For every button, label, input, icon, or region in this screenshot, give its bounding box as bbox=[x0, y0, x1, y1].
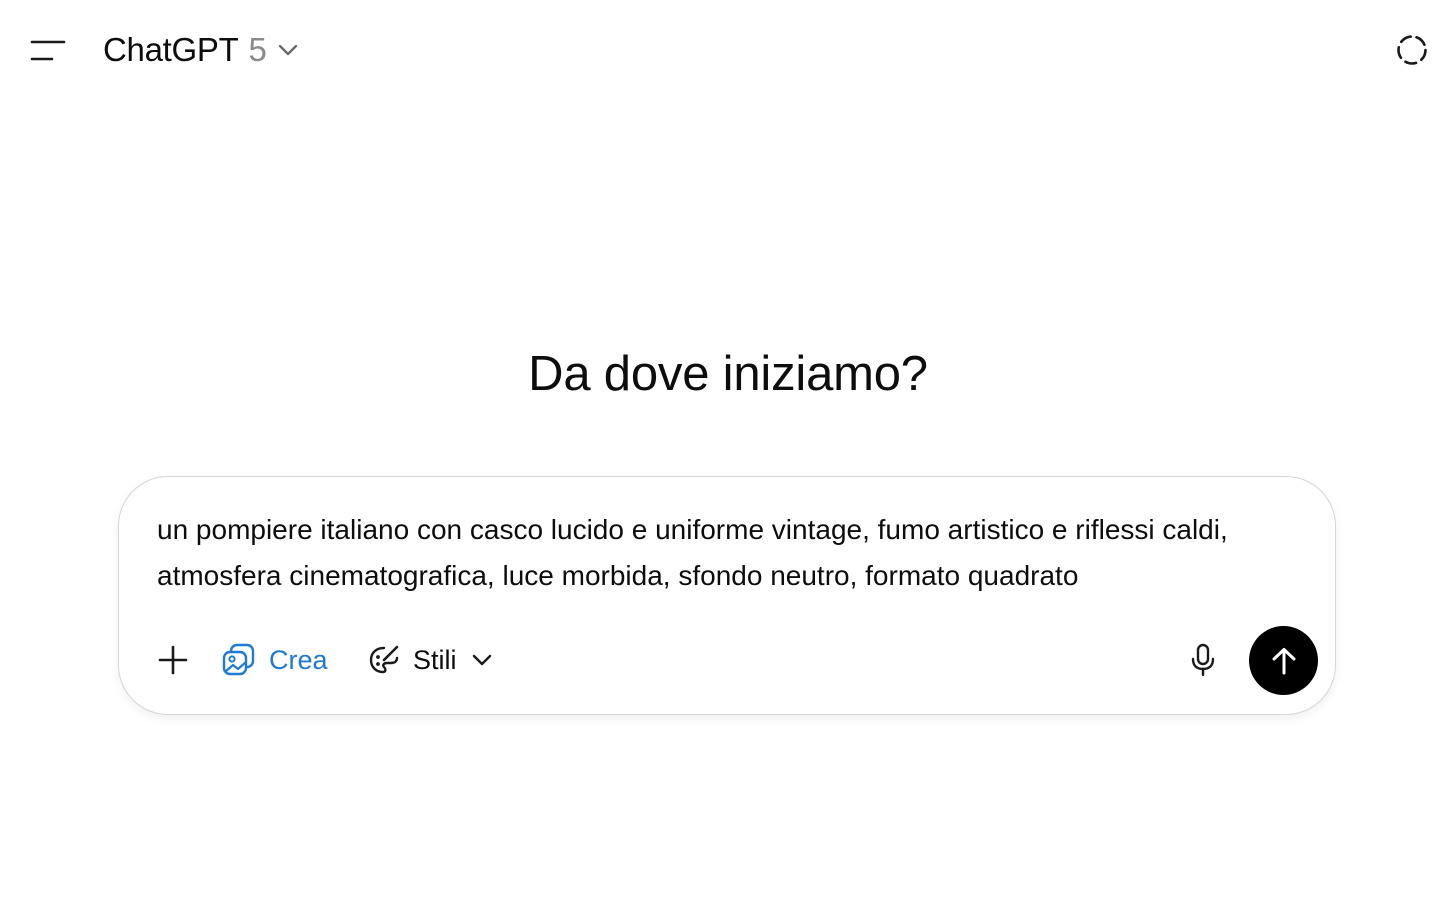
create-image-button[interactable]: Crea bbox=[221, 622, 328, 698]
model-version: 5 bbox=[248, 31, 267, 68]
composer-toolbar: Crea Stili bbox=[119, 622, 1335, 698]
styles-label: Stili bbox=[413, 644, 457, 675]
send-button[interactable] bbox=[1249, 626, 1318, 695]
top-bar: ChatGPT 5 bbox=[0, 0, 1456, 100]
model-name: ChatGPT bbox=[103, 31, 239, 68]
prompt-composer: un pompiere italiano con casco lucido e … bbox=[118, 476, 1336, 715]
prompt-input[interactable]: un pompiere italiano con casco lucido e … bbox=[157, 507, 1297, 599]
sidebar-toggle-icon bbox=[30, 40, 66, 61]
chevron-down-icon bbox=[471, 653, 493, 667]
sidebar-toggle-button[interactable] bbox=[22, 26, 74, 74]
styles-dropdown-button[interactable]: Stili bbox=[367, 622, 493, 698]
app: ChatGPT 5 Da dove iniziamo? un pompiere … bbox=[0, 0, 1456, 900]
voice-input-button[interactable] bbox=[1183, 622, 1223, 698]
plus-icon bbox=[158, 645, 188, 675]
add-attachment-button[interactable] bbox=[153, 622, 193, 698]
arrow-up-icon bbox=[1272, 647, 1295, 674]
temporary-chat-button[interactable] bbox=[1388, 26, 1436, 74]
model-selector[interactable]: ChatGPT 5 bbox=[103, 26, 299, 74]
microphone-icon bbox=[1191, 643, 1215, 677]
palette-brush-icon bbox=[369, 645, 399, 674]
dashed-circle-icon bbox=[1397, 35, 1427, 65]
chevron-down-icon bbox=[277, 43, 299, 57]
page-title: Da dove iniziamo? bbox=[528, 347, 928, 401]
create-image-label: Crea bbox=[269, 644, 328, 675]
images-icon bbox=[222, 643, 255, 676]
